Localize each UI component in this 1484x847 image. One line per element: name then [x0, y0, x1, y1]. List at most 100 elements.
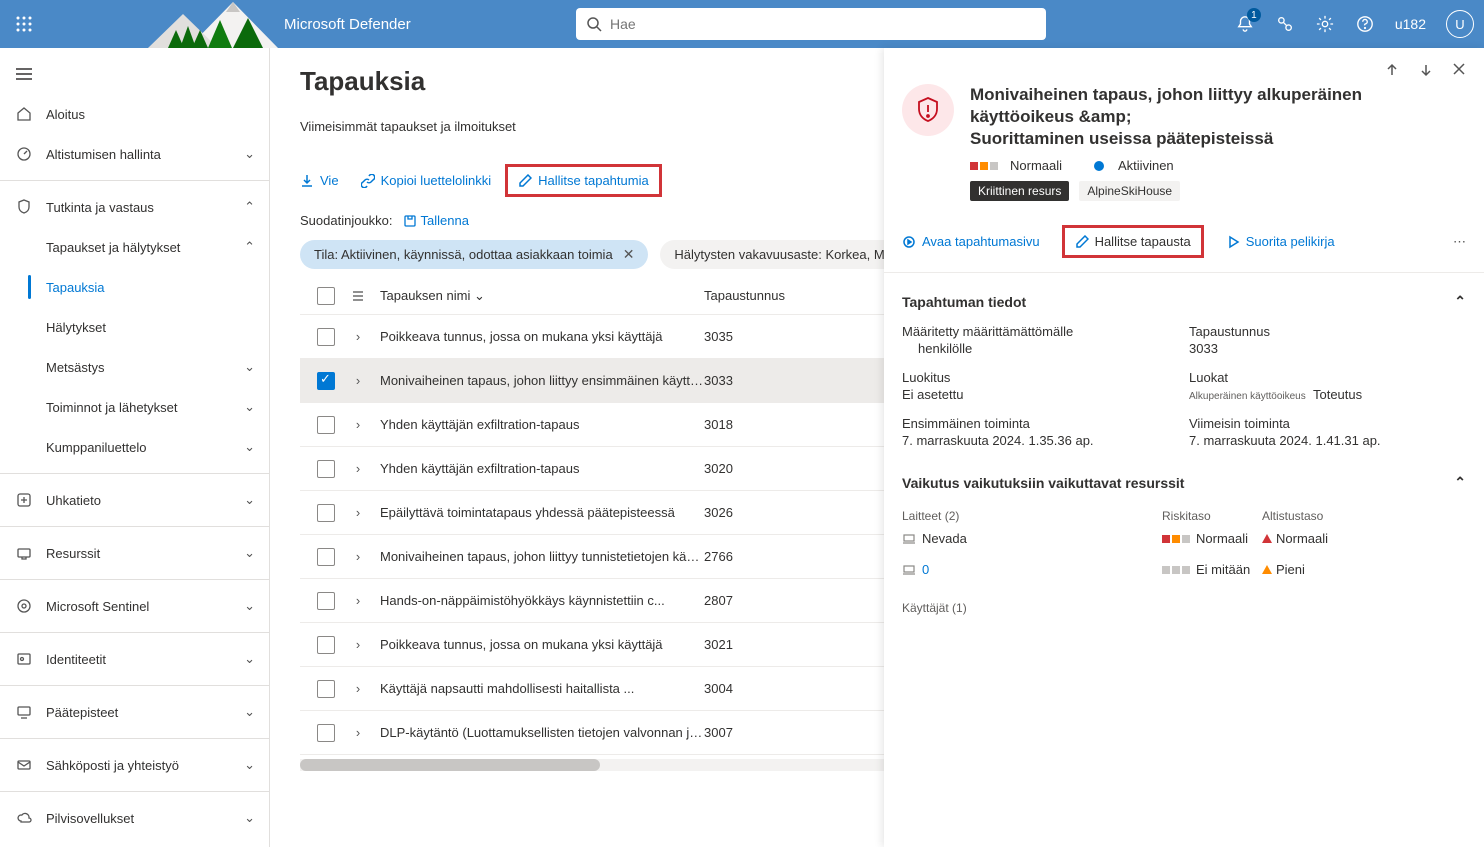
panel-up-icon[interactable]: [1384, 62, 1400, 78]
nav-separator: [0, 526, 269, 527]
nav-incidents-alerts[interactable]: Tapaukset ja hälytykset ⌃: [0, 227, 269, 267]
nav-home[interactable]: Aloitus: [0, 94, 269, 134]
nav-hunting[interactable]: Metsästys ⌄: [0, 347, 269, 387]
home-icon: [14, 106, 34, 122]
row-checkbox[interactable]: [317, 548, 335, 566]
device-name[interactable]: 0: [922, 562, 929, 577]
device-exposure: Pieni: [1276, 562, 1305, 577]
first-activity-date: 7. marraskuuta 2024.: [902, 433, 1025, 448]
nav-endpoints[interactable]: Päätepisteet ⌄: [0, 692, 269, 732]
nav-alerts[interactable]: Hälytykset: [0, 307, 269, 347]
assigned-value: henkilölle: [902, 341, 1179, 356]
nav-identities[interactable]: Identiteetit ⌄: [0, 639, 269, 679]
manage-incidents-button[interactable]: Hallitse tapahtumia: [505, 164, 662, 197]
run-playbook-button[interactable]: Suorita pelikirja: [1226, 234, 1335, 249]
scrollbar-thumb[interactable]: [300, 759, 600, 771]
nav-assets[interactable]: Resurssit ⌄: [0, 533, 269, 573]
community-icon[interactable]: [1275, 14, 1295, 34]
chip-remove-icon[interactable]: ✕: [623, 246, 635, 263]
expand-icon[interactable]: ›: [356, 505, 360, 520]
device-row[interactable]: 0 Ei mitään Pieni: [902, 554, 1466, 585]
col-id[interactable]: Tapaustunnus: [704, 288, 774, 303]
search-box[interactable]: [576, 8, 1046, 40]
panel-header: Monivaiheinen tapaus, johon liittyy alku…: [884, 84, 1484, 211]
expand-icon[interactable]: ›: [356, 329, 360, 344]
nav-actions[interactable]: Toiminnot ja lähetykset ⌄: [0, 387, 269, 427]
nav-exposure[interactable]: Altistumisen hallinta ⌄: [0, 134, 269, 174]
expand-icon[interactable]: ›: [356, 461, 360, 476]
export-button[interactable]: Vie: [300, 173, 339, 188]
row-checkbox[interactable]: [317, 504, 335, 522]
panel-down-icon[interactable]: [1418, 62, 1434, 78]
endpoint-icon: [14, 704, 34, 720]
nav-incidents[interactable]: Tapauksia: [0, 267, 269, 307]
row-checkbox[interactable]: [317, 592, 335, 610]
list-icon[interactable]: [342, 289, 374, 303]
row-id: 3033: [704, 373, 774, 388]
manage-incident-button[interactable]: Hallitse tapausta: [1062, 225, 1204, 258]
nav-email[interactable]: Sähköposti ja yhteistyö ⌄: [0, 745, 269, 785]
user-label: u182: [1395, 16, 1426, 32]
open-incident-label: Avaa tapahtumasivu: [922, 234, 1040, 249]
section-details-header[interactable]: Tapahtuman tiedot ⌃: [902, 285, 1466, 318]
section-impact-header[interactable]: Vaikutus vaikutuksiin vaikuttavat resurs…: [902, 466, 1466, 499]
nav-investigate[interactable]: Tutkinta ja vastaus ⌃: [0, 187, 269, 227]
chip-state[interactable]: Tila: Aktiivinen, käynnissä, odottaa asi…: [300, 240, 648, 269]
notification-badge: 1: [1247, 8, 1261, 22]
expand-icon[interactable]: ›: [356, 725, 360, 740]
row-id: 3026: [704, 505, 774, 520]
chevron-down-icon: ⌄: [244, 810, 255, 826]
notifications-icon[interactable]: 1: [1235, 14, 1255, 34]
app-launcher-icon[interactable]: [0, 0, 48, 48]
col-name[interactable]: Tapauksen nimi ⌄: [374, 288, 704, 304]
row-id: 3035: [704, 329, 774, 344]
panel-controls: [884, 48, 1484, 84]
copy-link-label: Kopioi luettelolinkki: [381, 173, 492, 188]
chip-severity[interactable]: Hälytysten vakavuusaste: Korkea, M: [660, 240, 898, 269]
help-icon[interactable]: [1355, 14, 1375, 34]
expand-icon[interactable]: ›: [356, 593, 360, 608]
nav-threat[interactable]: Uhkatieto ⌄: [0, 480, 269, 520]
expand-icon[interactable]: ›: [356, 681, 360, 696]
identity-icon: [14, 651, 34, 667]
copy-link-button[interactable]: Kopioi luettelolinkki: [361, 173, 492, 188]
nav-sentinel-label: Microsoft Sentinel: [46, 599, 149, 614]
expand-icon[interactable]: ›: [356, 417, 360, 432]
tag-critical: Kriittinen resurs: [970, 181, 1069, 201]
open-incident-button[interactable]: Avaa tapahtumasivu: [902, 234, 1040, 249]
select-all-checkbox[interactable]: [317, 287, 335, 305]
categories-small: Alkuperäinen käyttöoikeus: [1189, 391, 1306, 402]
row-checkbox[interactable]: [317, 372, 335, 390]
row-id: 2807: [704, 593, 774, 608]
nav-cloud[interactable]: Pilvisovellukset ⌄: [0, 798, 269, 838]
row-checkbox[interactable]: [317, 724, 335, 742]
nav-separator: [0, 579, 269, 580]
cloud-icon: [14, 810, 34, 826]
panel-close-icon[interactable]: [1452, 62, 1466, 78]
row-checkbox[interactable]: [317, 460, 335, 478]
shield-icon: [14, 199, 34, 215]
nav-assets-label: Resurssit: [46, 546, 100, 561]
expand-icon[interactable]: ›: [356, 637, 360, 652]
nav-threat-label: Uhkatieto: [46, 493, 101, 508]
row-checkbox[interactable]: [317, 328, 335, 346]
settings-icon[interactable]: [1315, 14, 1335, 34]
row-id: 2766: [704, 549, 774, 564]
download-icon: [300, 174, 314, 188]
nav-separator: [0, 738, 269, 739]
search-input[interactable]: [610, 16, 1036, 32]
device-row[interactable]: Nevada Normaali Normaali: [902, 523, 1466, 554]
status-dot-icon: [1094, 161, 1104, 171]
more-actions-icon[interactable]: ⋯: [1453, 234, 1466, 250]
user-avatar[interactable]: U: [1446, 10, 1474, 38]
nav-collapse-button[interactable]: [0, 54, 269, 94]
expand-icon[interactable]: ›: [356, 549, 360, 564]
row-checkbox[interactable]: [317, 416, 335, 434]
filter-save-button[interactable]: Tallenna: [403, 213, 469, 228]
classification-value: Ei asetettu: [902, 387, 1179, 402]
row-checkbox[interactable]: [317, 636, 335, 654]
row-checkbox[interactable]: [317, 680, 335, 698]
expand-icon[interactable]: ›: [356, 373, 360, 388]
nav-sentinel[interactable]: Microsoft Sentinel ⌄: [0, 586, 269, 626]
nav-partner[interactable]: Kumppaniluettelo ⌄: [0, 427, 269, 467]
